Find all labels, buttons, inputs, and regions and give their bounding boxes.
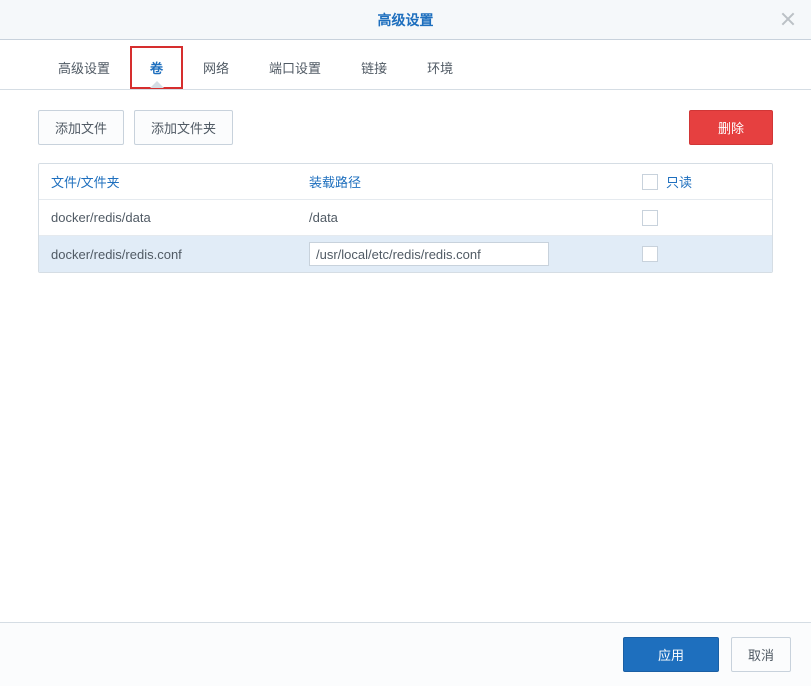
apply-button[interactable]: 应用 bbox=[623, 637, 719, 672]
mount-path-input[interactable] bbox=[309, 242, 549, 266]
header-mount-path[interactable]: 装载路径 bbox=[299, 172, 642, 191]
header-readonly[interactable]: 只读 bbox=[642, 172, 772, 191]
tab-0[interactable]: 高级设置 bbox=[38, 46, 130, 89]
tab-indicator-icon bbox=[151, 82, 163, 88]
cell-file-folder: docker/redis/data bbox=[39, 210, 299, 225]
cell-mount-path: /data bbox=[299, 210, 642, 225]
add-file-button[interactable]: 添加文件 bbox=[38, 110, 124, 145]
tab-3[interactable]: 端口设置 bbox=[249, 46, 341, 89]
dialog-footer: 应用 取消 bbox=[0, 622, 811, 686]
tabs-bar: 高级设置卷网络端口设置链接环境 bbox=[0, 40, 811, 90]
table-row[interactable]: docker/redis/redis.conf bbox=[39, 236, 772, 272]
header-file-folder[interactable]: 文件/文件夹 bbox=[39, 172, 299, 191]
tab-2[interactable]: 网络 bbox=[183, 46, 249, 89]
header-readonly-label: 只读 bbox=[666, 172, 692, 191]
toolbar: 添加文件 添加文件夹 删除 bbox=[38, 110, 773, 145]
cancel-button[interactable]: 取消 bbox=[731, 637, 791, 672]
dialog-header: 高级设置 bbox=[0, 0, 811, 40]
volume-table: 文件/文件夹 装载路径 只读 docker/redis/data/datadoc… bbox=[38, 163, 773, 273]
table-header-row: 文件/文件夹 装载路径 只读 bbox=[39, 164, 772, 200]
readonly-header-checkbox[interactable] bbox=[642, 174, 658, 190]
cell-readonly bbox=[642, 210, 772, 226]
tab-5[interactable]: 环境 bbox=[407, 46, 473, 89]
tab-4[interactable]: 链接 bbox=[341, 46, 407, 89]
tab-1[interactable]: 卷 bbox=[130, 46, 183, 89]
cell-mount-path bbox=[299, 242, 642, 266]
cell-file-folder: docker/redis/redis.conf bbox=[39, 247, 299, 262]
add-folder-button[interactable]: 添加文件夹 bbox=[134, 110, 233, 145]
dialog-body: 添加文件 添加文件夹 删除 文件/文件夹 装载路径 只读 docker/redi… bbox=[0, 90, 811, 622]
readonly-checkbox[interactable] bbox=[642, 246, 658, 262]
table-row[interactable]: docker/redis/data/data bbox=[39, 200, 772, 236]
readonly-checkbox[interactable] bbox=[642, 210, 658, 226]
delete-button[interactable]: 删除 bbox=[689, 110, 773, 145]
close-icon[interactable] bbox=[779, 10, 797, 28]
dialog-title: 高级设置 bbox=[378, 10, 434, 30]
cell-readonly bbox=[642, 246, 772, 262]
